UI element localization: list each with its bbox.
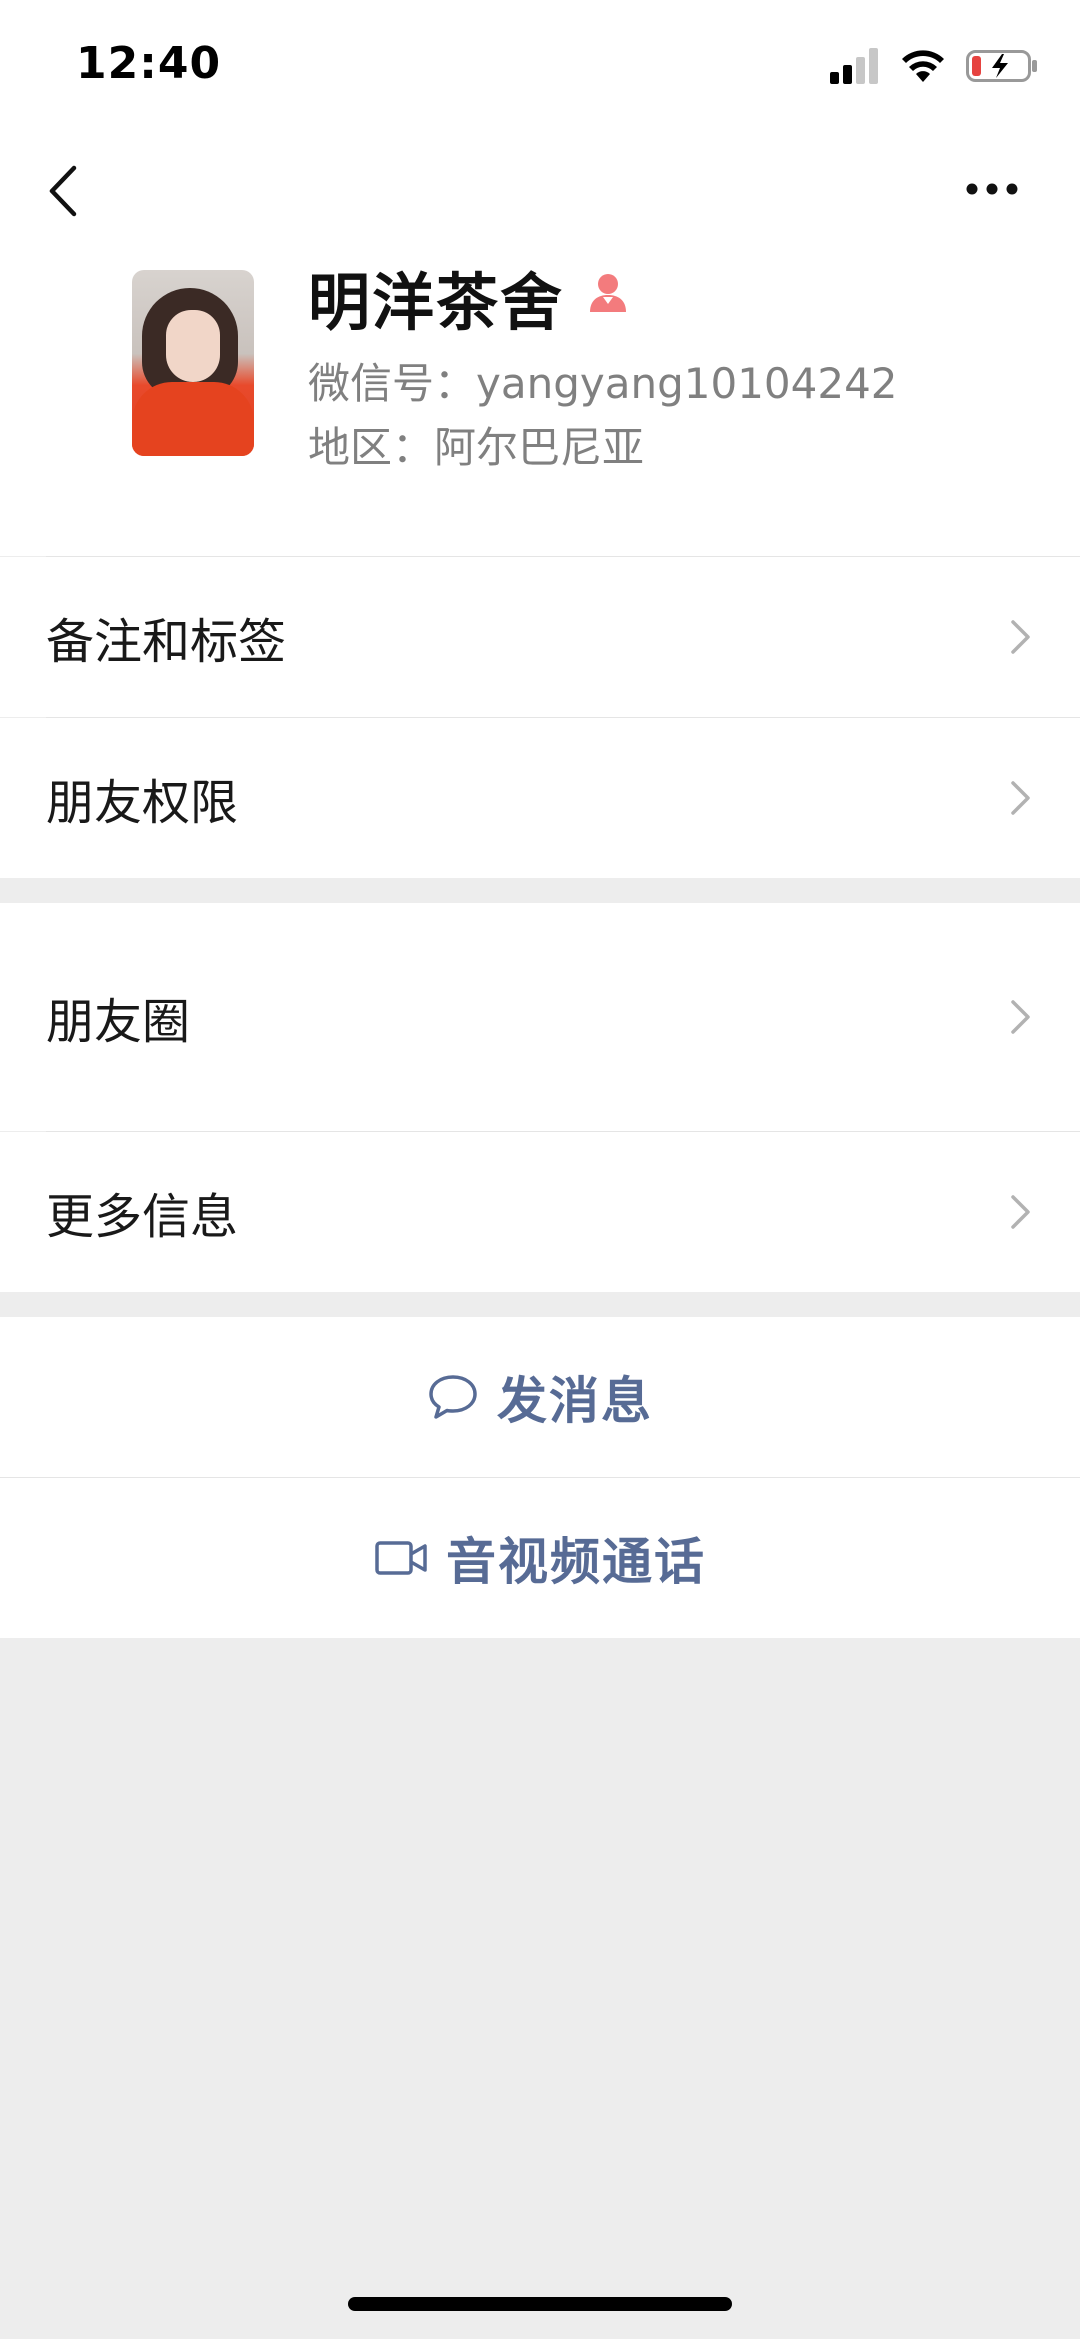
wifi-icon (902, 50, 944, 82)
back-button[interactable] (40, 158, 92, 224)
cell-label: 朋友圈 (46, 994, 191, 1050)
chevron-right-icon (1011, 1195, 1030, 1229)
more-button[interactable] (952, 168, 1032, 210)
wechat-id-label: 微信号： (308, 359, 477, 408)
wechat-id-row: 微信号：yangyang10104242 (308, 350, 898, 411)
send-message-button[interactable]: 发消息 (0, 1317, 1080, 1477)
home-indicator[interactable] (348, 2297, 732, 2311)
cell-label: 备注和标签 (46, 614, 287, 670)
video-call-label: 音视频通话 (446, 1533, 706, 1591)
status-time: 12:40 (76, 38, 222, 89)
cell-moments[interactable]: 朋友圈 (0, 903, 1080, 1131)
female-icon (590, 274, 626, 312)
video-camera-icon (375, 1541, 427, 1575)
status-icons (830, 46, 1038, 86)
region-label: 地区： (308, 423, 435, 472)
cell-more-info[interactable]: 更多信息 (0, 1132, 1080, 1292)
region-value: 阿尔巴尼亚 (434, 423, 645, 472)
profile-name: 明洋茶舍 (308, 266, 565, 339)
cell-label: 朋友权限 (46, 775, 239, 831)
send-message-label: 发消息 (497, 1372, 653, 1430)
cell-remarks-tags[interactable]: 备注和标签 (0, 557, 1080, 717)
more-dots-icon (966, 183, 1018, 195)
cell-friend-permissions[interactable]: 朋友权限 (0, 718, 1080, 878)
chat-bubble-icon (429, 1375, 477, 1419)
chevron-left-icon (49, 165, 77, 217)
avatar[interactable] (132, 270, 254, 456)
cell-label: 更多信息 (46, 1189, 239, 1245)
battery-charging-icon (966, 50, 1037, 82)
chevron-right-icon (1011, 781, 1030, 815)
chevron-right-icon (1011, 620, 1030, 654)
chevron-right-icon (1011, 1000, 1030, 1034)
signal-icon (830, 48, 878, 84)
region-row: 地区：阿尔巴尼亚 (308, 414, 644, 475)
video-call-button[interactable]: 音视频通话 (0, 1478, 1080, 1638)
wechat-id-value: yangyang10104242 (476, 359, 898, 408)
